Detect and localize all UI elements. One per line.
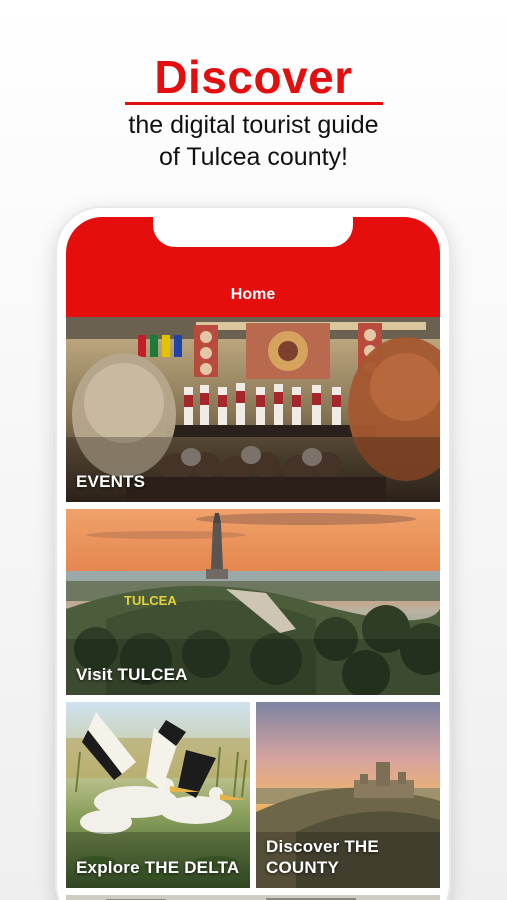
- header-title: Home: [230, 286, 276, 303]
- promo-screenshot: Discover the digital tourist guide of Tu…: [0, 0, 507, 900]
- phone-notch: [153, 217, 353, 247]
- headline-discover: Discover: [154, 51, 353, 103]
- svg-text:TULCEA: TULCEA: [124, 593, 177, 608]
- app-screen: Home EVENTS TULCEA Visit TULCEA Explore …: [66, 217, 440, 900]
- promo-headline: Discover the digital tourist guide of Tu…: [0, 52, 507, 173]
- tile-events-label: EVENTS: [76, 472, 146, 491]
- headline-subline-2: of Tulcea county!: [158, 143, 348, 171]
- phone-frame: Home EVENTS TULCEA Visit TULCEA Explore …: [57, 208, 449, 900]
- tile-explore-delta[interactable]: Explore THE DELTA: [66, 702, 250, 888]
- tile-visit-tulcea-label: Visit TULCEA: [76, 665, 188, 684]
- tile-explore-delta-label: Explore THE DELTA: [76, 858, 240, 877]
- tile-discover-county-label: Discover THE COUNTY: [266, 837, 379, 877]
- tile-next-partial[interactable]: [66, 895, 440, 900]
- app-header: Home: [66, 217, 440, 317]
- tile-events[interactable]: EVENTS: [66, 317, 440, 502]
- tile-visit-tulcea[interactable]: TULCEA Visit TULCEA: [66, 509, 440, 695]
- next-tile-photo: [66, 895, 440, 900]
- headline-subline-1: the digital tourist guide: [128, 111, 379, 139]
- tile-discover-county[interactable]: Discover THE COUNTY: [256, 702, 440, 888]
